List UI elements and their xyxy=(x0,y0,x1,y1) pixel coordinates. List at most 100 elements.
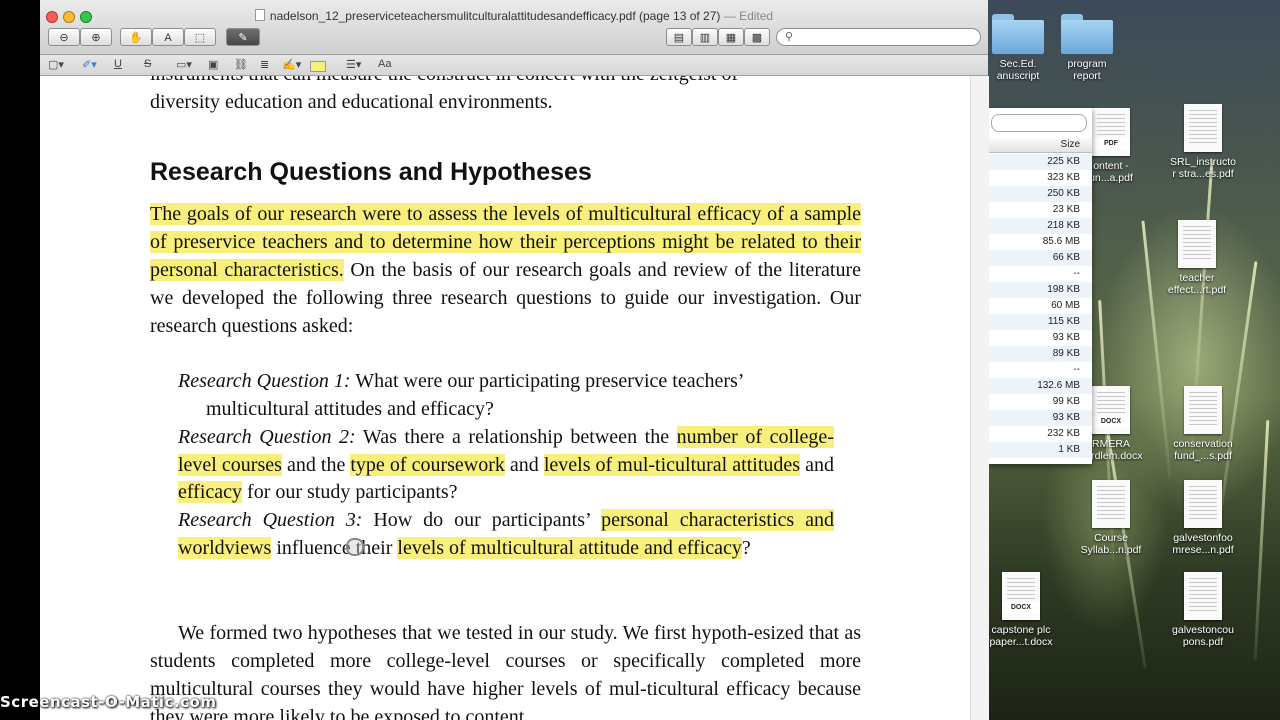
finder-size-list: 225 KB 323 KB 250 KB 23 KB 218 KB 85.6 M… xyxy=(989,154,1092,458)
color-swatch[interactable]: ▾ xyxy=(310,58,326,72)
research-question-1: Research Question 1: What were our parti… xyxy=(178,368,838,423)
desktop-file-galveston-coupons[interactable]: galvestoncou pons.pdf xyxy=(1160,572,1246,648)
pdf-document-icon xyxy=(254,9,265,21)
link-icon[interactable]: ⛓ xyxy=(234,58,248,71)
desktop-file-capstone[interactable]: DOCX capstone plc paper...t.docx xyxy=(978,572,1064,648)
search-icon: ⚲ xyxy=(785,31,794,43)
desktop-icon-label: galvestoncou pons.pdf xyxy=(1172,624,1234,648)
file-size[interactable]: 218 KB xyxy=(989,218,1092,234)
zoom-out-button[interactable]: ⊖ xyxy=(48,28,80,46)
rq-label: Research Question 1: xyxy=(178,370,351,392)
annotate-toggle-button[interactable]: ✎ xyxy=(226,28,260,46)
rq-text: and the xyxy=(281,453,351,476)
view-thumbnails-button[interactable]: ▥ xyxy=(692,28,718,46)
file-size[interactable]: 93 KB xyxy=(989,330,1092,346)
desktop-file-course-syllabus[interactable]: Course Syllab...n.pdf xyxy=(1068,480,1154,556)
file-size[interactable]: 23 KB xyxy=(989,202,1092,218)
strikethrough-icon[interactable]: S xyxy=(144,58,151,70)
toc-icon: ▦ xyxy=(725,32,737,44)
file-size[interactable]: 1 KB xyxy=(989,442,1092,458)
file-size[interactable]: -- xyxy=(989,266,1092,282)
desktop-icon-label: SRL_instructo r stra...es.pdf xyxy=(1170,156,1236,180)
view-toc-button[interactable]: ▦ xyxy=(718,28,744,46)
highlighted-text[interactable]: type of coursework xyxy=(350,453,505,476)
search-input[interactable]: ⚲ xyxy=(776,28,981,46)
pdf-file-icon xyxy=(1092,480,1130,528)
text-select-button[interactable]: A xyxy=(152,28,184,46)
desktop-file-srl[interactable]: SRL_instructo r stra...es.pdf xyxy=(1160,104,1246,180)
zoom-out-icon: ⊖ xyxy=(59,32,69,44)
selection-shape-icon[interactable]: ▢▾ xyxy=(48,58,64,71)
title-bar[interactable]: nadelson_12_preserviceteachersmulitcultu… xyxy=(40,0,988,55)
highlighted-text[interactable]: levels of multicultural attitude and eff… xyxy=(397,536,742,559)
highlighter-icon[interactable]: ✐▾ xyxy=(82,58,97,71)
rq-text: influence their xyxy=(271,536,398,559)
rq-text: Was there a relationship between the xyxy=(355,426,677,448)
shapes-icon[interactable]: ▭▾ xyxy=(176,58,192,71)
window-title: nadelson_12_preserviceteachersmulitcultu… xyxy=(40,9,988,23)
desktop-icon-label: teacher effect...rt.pdf xyxy=(1167,272,1227,296)
pdf-file-icon xyxy=(1184,386,1222,434)
document-filename: nadelson_12_preserviceteachersmulitcultu… xyxy=(269,9,721,23)
finder-search-field[interactable] xyxy=(991,114,1087,132)
file-size[interactable]: 232 KB xyxy=(989,426,1092,442)
rect-select-button[interactable]: ⬚ xyxy=(184,28,216,46)
file-size[interactable]: 85.6 MB xyxy=(989,234,1092,250)
folder-icon xyxy=(992,14,1044,54)
rq-text: and xyxy=(800,453,834,476)
desktop-folder-program-report[interactable]: program report xyxy=(1044,14,1130,82)
pdf-page[interactable]: instruments that can measure the constru… xyxy=(40,76,970,720)
line-style-icon[interactable]: ☰▾ xyxy=(346,58,361,71)
text-box-icon[interactable]: ≣ xyxy=(260,58,269,71)
pdf-file-icon xyxy=(1184,572,1222,620)
file-size[interactable]: 132.6 MB xyxy=(989,378,1092,394)
file-size[interactable]: 198 KB xyxy=(989,282,1092,298)
underline-icon[interactable]: U xyxy=(114,58,122,70)
highlighted-text[interactable]: efficacy xyxy=(178,481,243,503)
zoom-in-button[interactable]: ⊕ xyxy=(80,28,112,46)
move-tool-button[interactable]: ✋ xyxy=(120,28,152,46)
signature-icon[interactable]: ✍▾ xyxy=(282,58,301,71)
view-content-only-button[interactable]: ▤ xyxy=(666,28,692,46)
file-size[interactable]: 115 KB xyxy=(989,314,1092,330)
finder-column-header[interactable]: Size xyxy=(989,138,1092,153)
view-contact-sheet-button[interactable]: ▩ xyxy=(744,28,770,46)
file-size[interactable]: 93 KB xyxy=(989,410,1092,426)
file-size[interactable]: 323 KB xyxy=(989,170,1092,186)
desktop-file-teacher-effect[interactable]: teacher effect...rt.pdf xyxy=(1154,220,1240,296)
file-size[interactable]: 99 KB xyxy=(989,394,1092,410)
file-size[interactable]: -- xyxy=(989,362,1092,378)
pdf-file-icon: PDF xyxy=(1092,108,1130,156)
file-size[interactable]: 89 KB xyxy=(989,346,1092,362)
file-size[interactable]: 225 KB xyxy=(989,154,1092,170)
file-size[interactable]: 250 KB xyxy=(989,186,1092,202)
desktop-icon-label: program report xyxy=(1067,58,1107,82)
zoom-in-icon: ⊕ xyxy=(91,32,101,44)
watermark: Screencast-O-Matic.com xyxy=(0,693,217,711)
rq-text: ? xyxy=(741,536,751,559)
mouse-cursor xyxy=(346,538,364,556)
desktop-icon-label: conservation fund_...s.pdf xyxy=(1173,438,1233,462)
desktop-file-conservation[interactable]: conservation fund_...s.pdf xyxy=(1160,386,1246,462)
edited-status: — Edited xyxy=(723,9,774,23)
text-cursor-icon: A xyxy=(164,32,172,44)
intro-line-2: diversity education and educational envi… xyxy=(150,91,553,113)
docx-file-icon: DOCX xyxy=(1092,386,1130,434)
finder-window: Size 225 KB 323 KB 250 KB 23 KB 218 KB 8… xyxy=(988,108,1092,464)
docx-file-icon: DOCX xyxy=(1002,572,1040,620)
pdf-file-icon xyxy=(1184,480,1222,528)
hand-icon: ✋ xyxy=(129,32,143,44)
preview-window: nadelson_12_preserviceteachersmulitcultu… xyxy=(40,0,989,720)
file-size[interactable]: 66 KB xyxy=(989,250,1092,266)
note-icon[interactable]: ▣ xyxy=(208,58,218,71)
font-icon[interactable]: Aa xyxy=(378,58,391,70)
file-size[interactable]: 60 MB xyxy=(989,298,1092,314)
paragraph-hypotheses: We formed two hypotheses that we tested … xyxy=(150,622,861,720)
vertical-scrollbar[interactable] xyxy=(970,76,989,720)
paragraph-goals: The goals of our research were to assess… xyxy=(150,200,861,340)
rq-text: multicultural attitudes and efficacy? xyxy=(206,397,494,420)
folder-icon xyxy=(1061,14,1113,54)
desktop-file-galveston-foo[interactable]: galvestonfoo mrese...n.pdf xyxy=(1160,480,1246,556)
size-column-label: Size xyxy=(1060,139,1080,150)
highlighted-text[interactable]: levels of mul-ticultural attitudes xyxy=(543,453,801,476)
